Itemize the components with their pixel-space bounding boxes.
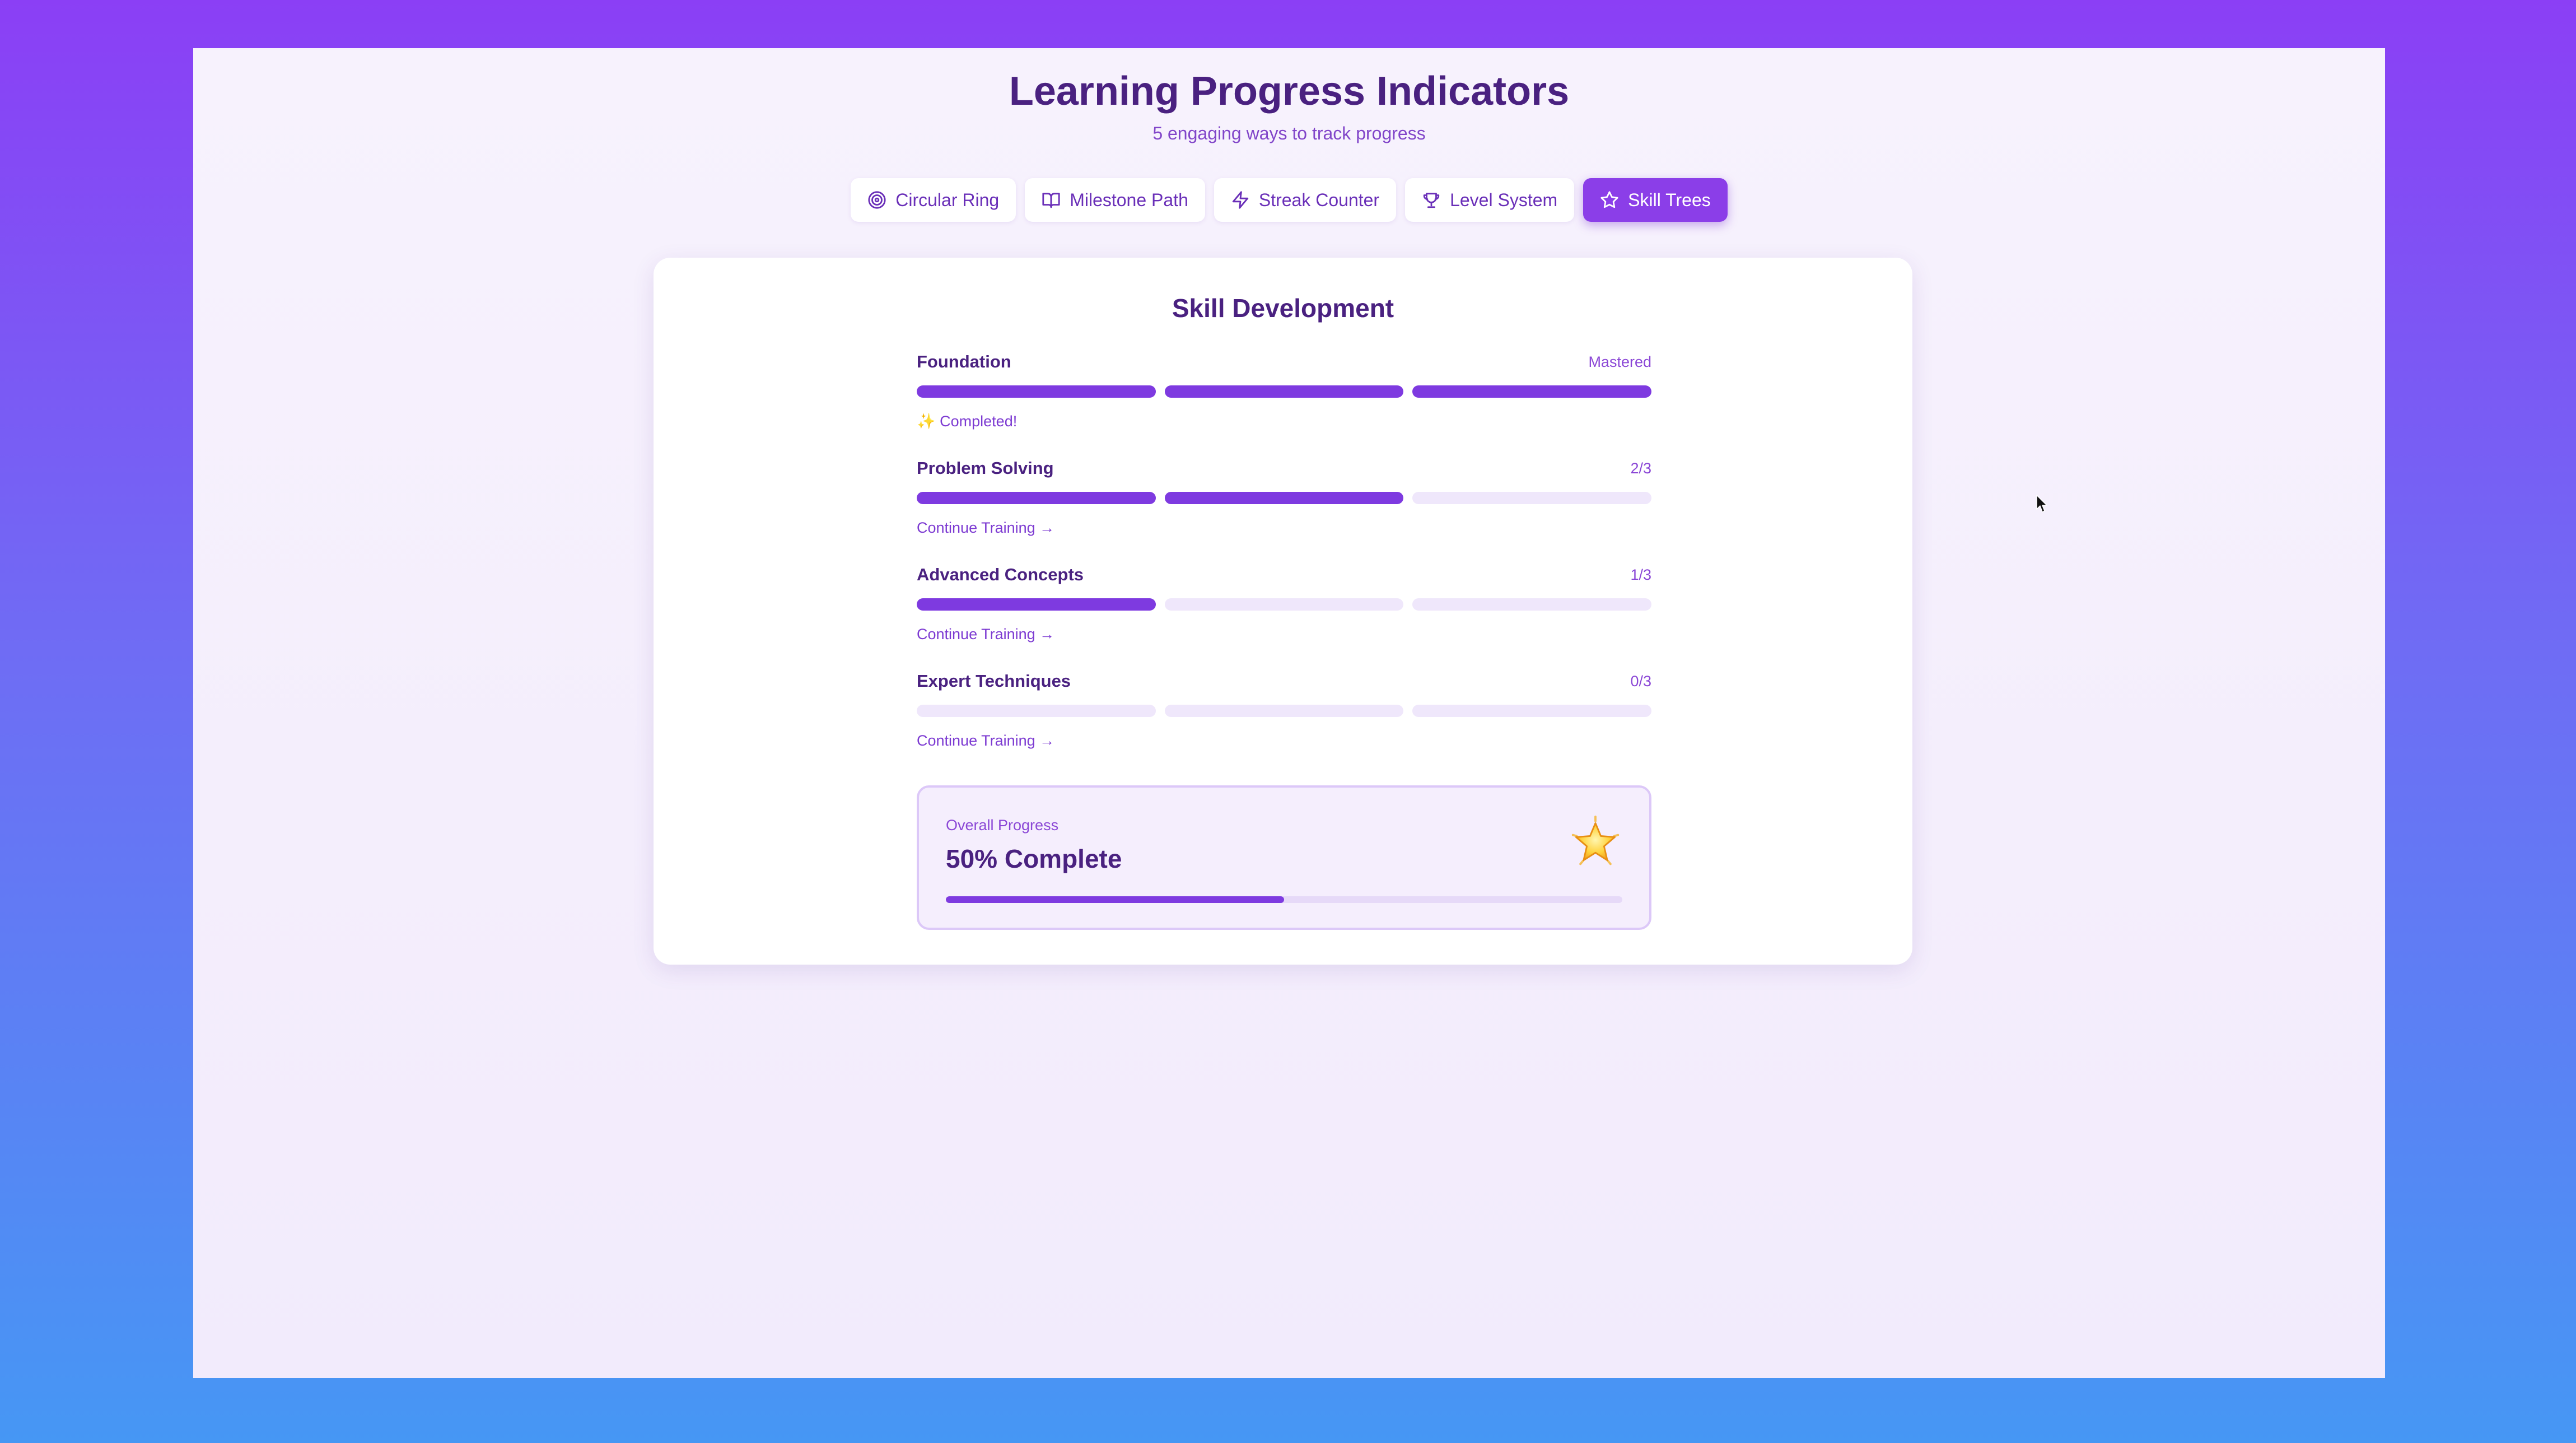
progress-segment xyxy=(1412,598,1652,611)
lightning-icon xyxy=(1231,190,1250,210)
skill-name: Expert Techniques xyxy=(917,671,1071,691)
progress-segment xyxy=(1412,492,1652,504)
sparkles-icon: ✨ xyxy=(917,413,936,430)
progress-segment xyxy=(917,598,1156,611)
progress-segment xyxy=(1412,385,1652,398)
overall-progress-label: Overall Progress xyxy=(946,817,1059,834)
progress-segment xyxy=(1164,385,1404,398)
skill-progress-segments xyxy=(917,385,1652,398)
card-title: Skill Development xyxy=(1172,294,1394,323)
tab-label: Skill Trees xyxy=(1628,189,1711,210)
progress-segment xyxy=(1412,705,1652,717)
progress-segment xyxy=(917,705,1156,717)
overall-progress-panel: Overall Progress 50% Complete xyxy=(917,785,1651,930)
glowing-star-icon xyxy=(1569,816,1622,869)
skill-status: 2/3 xyxy=(1630,459,1651,477)
overall-progress-fill xyxy=(946,896,1284,903)
star-icon xyxy=(1600,190,1619,210)
skill-problem-solving: Problem Solving 2/3 Continue Training → xyxy=(917,457,1652,564)
trophy-icon xyxy=(1422,190,1441,210)
tab-streak-counter[interactable]: Streak Counter xyxy=(1214,178,1397,222)
skill-name: Advanced Concepts xyxy=(917,565,1084,584)
page-subtitle: 5 engaging ways to track progress xyxy=(1152,123,1426,143)
tab-label: Streak Counter xyxy=(1258,189,1380,210)
progress-segment xyxy=(917,385,1156,398)
skill-advanced-concepts: Advanced Concepts 1/3 Continue Training … xyxy=(917,564,1652,670)
skill-status: 1/3 xyxy=(1630,566,1651,583)
overall-progress-value: 50% Complete xyxy=(946,844,1122,873)
continue-training-link[interactable]: Continue Training → xyxy=(917,624,1651,644)
skill-name: Problem Solving xyxy=(917,458,1054,478)
tab-circular-ring[interactable]: Circular Ring xyxy=(851,178,1016,222)
app-viewport: Learning Progress Indicators 5 engaging … xyxy=(193,48,2385,1378)
progress-segment xyxy=(1164,492,1404,504)
overall-progress-track xyxy=(946,896,1622,903)
skill-foundation: Foundation Mastered ✨ Completed! xyxy=(917,351,1652,457)
tab-label: Level System xyxy=(1450,189,1558,210)
skill-list: Foundation Mastered ✨ Completed! Problem… xyxy=(917,351,1652,776)
page-title: Learning Progress Indicators xyxy=(1009,69,1570,114)
tab-label: Circular Ring xyxy=(895,189,1000,210)
skill-status: 0/3 xyxy=(1630,672,1651,690)
completed-label: Completed! xyxy=(940,413,1018,430)
skill-expert-techniques: Expert Techniques 0/3 Continue Training … xyxy=(917,670,1652,776)
progress-segment xyxy=(1164,705,1404,717)
tab-skill-trees[interactable]: Skill Trees xyxy=(1583,178,1728,222)
target-icon xyxy=(867,190,886,210)
tab-level-system[interactable]: Level System xyxy=(1405,178,1575,222)
indicator-tabs: Circular Ring Milestone Path Streak Coun… xyxy=(193,178,2385,222)
skill-name: Foundation xyxy=(917,352,1011,371)
skill-progress-segments xyxy=(917,492,1652,504)
tab-milestone-path[interactable]: Milestone Path xyxy=(1025,178,1205,222)
page-header: Learning Progress Indicators 5 engaging … xyxy=(193,48,2385,145)
continue-training-link[interactable]: Continue Training → xyxy=(917,730,1651,751)
progress-segment xyxy=(1164,598,1404,611)
skill-progress-segments xyxy=(917,598,1652,611)
tab-label: Milestone Path xyxy=(1070,189,1188,210)
continue-training-link[interactable]: Continue Training → xyxy=(917,518,1651,538)
skill-completed-note: ✨ Completed! xyxy=(917,411,1651,431)
skill-status: Mastered xyxy=(1588,353,1651,370)
progress-segment xyxy=(917,492,1156,504)
skill-progress-segments xyxy=(917,705,1652,717)
skill-development-card: Skill Development Foundation Mastered ✨ … xyxy=(654,258,1912,965)
book-open-icon xyxy=(1042,190,1061,210)
mouse-cursor-icon xyxy=(2036,495,2047,513)
